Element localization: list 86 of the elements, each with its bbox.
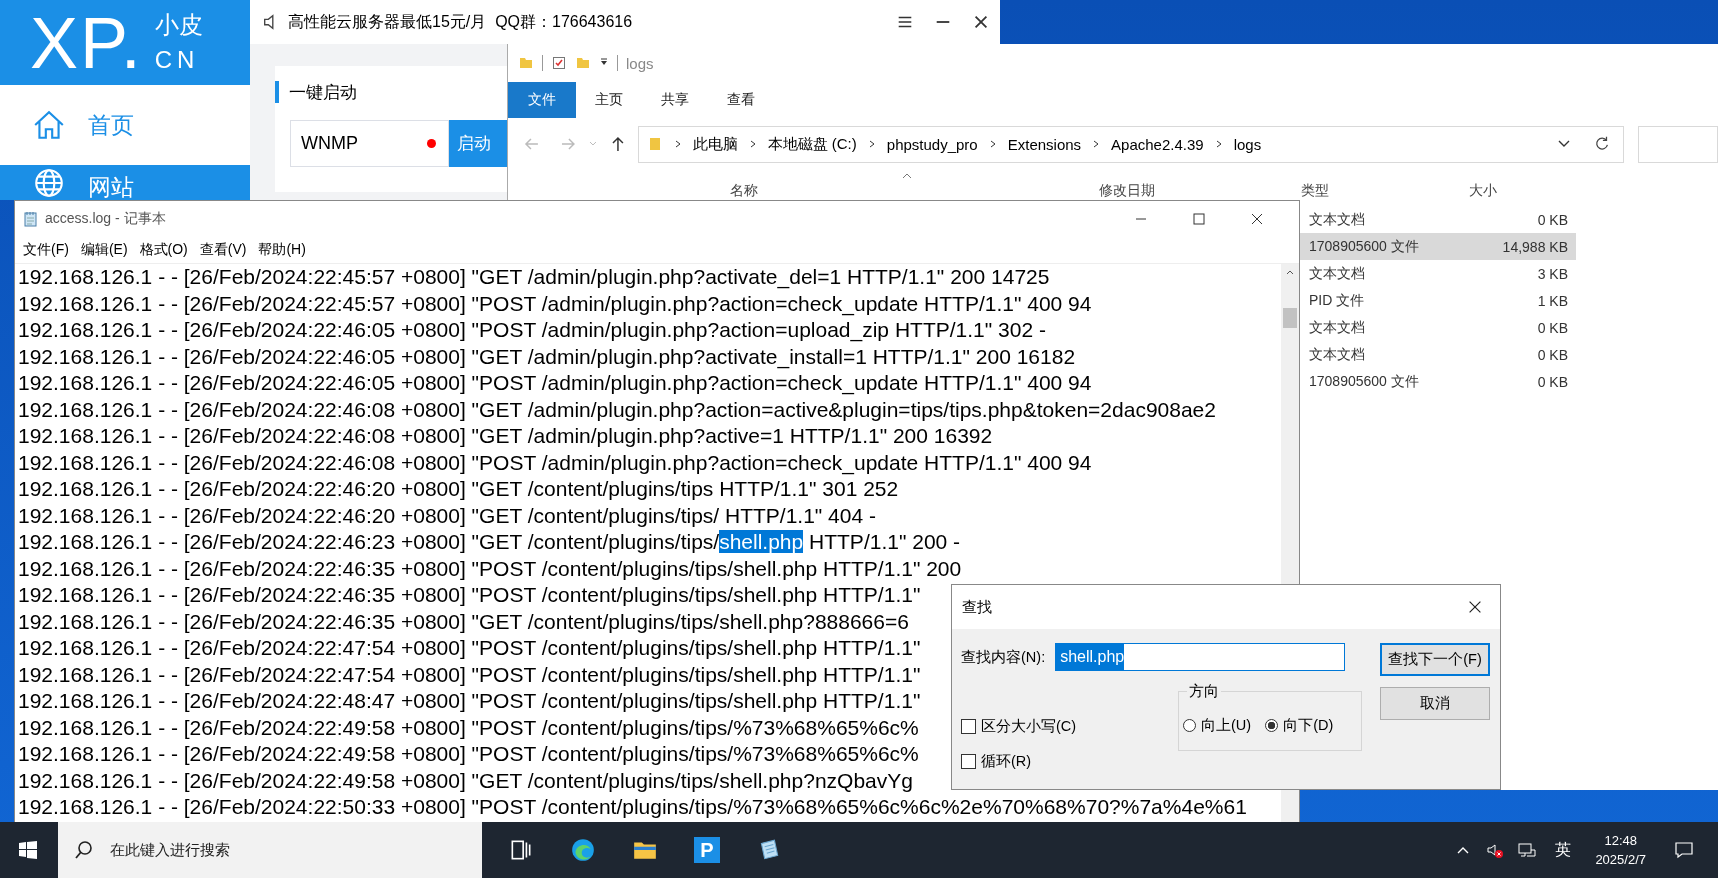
windows-icon[interactable] (18, 840, 38, 860)
log-line: 192.168.126.1 - - [26/Feb/2024:22:46:20 +0800] "GET /content/plugins/tips/ HTTP/1.1" 404 - (18, 502, 876, 529)
group-label: 方向 (1187, 682, 1221, 701)
breadcrumb-item[interactable]: Apache2.4.39 (1111, 135, 1204, 153)
log-line: 192.168.126.1 - - [26/Feb/2024:22:46:08 +0800] "POST /admin/plugin.php?action=check_update HTTP/1.1" 400 94 (18, 449, 1092, 476)
scrollbar-thumb[interactable] (1283, 308, 1297, 328)
column-header[interactable]: 名称 (730, 182, 758, 200)
log-line: 192.168.126.1 - - [26/Feb/2024:22:46:08 +0800] "GET /admin/plugin.php?active=1 HTTP/1.1" 200 16392 (18, 423, 993, 449)
logo-text: XP. (30, 6, 143, 79)
log-line: 192.168.126.1 - - [26/Feb/2024:22:46:08 +0800] "GET /admin/plugin.php?action=active&plugin=tips/tips.php&token=2dac908ae2 (18, 396, 1216, 423)
log-line: 192.168.126.1 - - [26/Feb/2024:22:46:05 +0800] "GET /admin/plugin.php?activate_install=1 HTTP/1.1" 200 16182 (18, 343, 1076, 370)
menu-item[interactable]: 格式(O) (139, 241, 188, 259)
file-row[interactable]: 文本文档 0 KB (1300, 341, 1576, 368)
globe-icon (32, 166, 66, 200)
search-field[interactable]: 在此键入进行搜索 (58, 822, 482, 878)
log-line: 192.168.126.1 - - [26/Feb/2024:22:50:33 +0800] "POST /content/plugins/tips/%73%68%65%6c%6c%2e%70%68%70?%7a%4e%61 (18, 794, 1247, 820)
log-line: 192.168.126.1 - - [26/Feb/2024:22:46:20 +0800] "GET /content/plugins/tips HTTP/1.1" 301 252 (18, 476, 899, 502)
sort-icon (902, 173, 912, 179)
search-icon (74, 840, 94, 860)
log-line: 192.168.126.1 - - [26/Feb/2024:22:46:05 +0800] "POST /admin/plugin.php?action=upload_zip HTTP/1.1" 302 - (18, 317, 1046, 344)
address-bar[interactable]: 此电脑 本地磁盘 (C:) phpstudy_pro Extensions Apache2.4.39 logs (637, 125, 1582, 163)
radio-option[interactable]: 向下(D) (1265, 716, 1334, 735)
refresh-icon (1593, 135, 1611, 153)
find-next-button[interactable]: 查找下一个(F) (1380, 643, 1490, 676)
breadcrumb-item[interactable]: 此电脑 (692, 134, 738, 154)
log-line: 192.168.126.1 - - [26/Feb/2024:22:47:54 +0800] "POST /content/plugins/tips/shell.php HTTP/1.1" (18, 661, 921, 688)
checkbox-option[interactable]: 循环(R) (961, 752, 1077, 771)
ribbon-tab[interactable]: 主页 (576, 82, 642, 118)
clock-time[interactable]: 12:48 (1604, 833, 1637, 848)
file-row[interactable]: 文本文档 3 KB (1300, 260, 1576, 287)
file-row[interactable]: PID 文件 1 KB (1300, 287, 1576, 314)
window-title: logs (626, 54, 654, 72)
notepad-icon (23, 211, 39, 227)
checklist-icon[interactable] (551, 55, 567, 71)
refresh-button[interactable] (1580, 125, 1625, 163)
cancel-button[interactable]: 取消 (1380, 687, 1490, 720)
menu-item[interactable]: 文件(F) (23, 241, 69, 259)
browser-icon[interactable] (570, 837, 596, 863)
ribbon-tab[interactable]: 文件 (508, 82, 576, 118)
ribbon-tab[interactable]: 查看 (708, 82, 774, 118)
log-line: 192.168.126.1 - - [26/Feb/2024:22:49:58 +0800] "POST /content/plugins/tips/%73%68%65%6c% (18, 714, 919, 741)
log-line: 192.168.126.1 - - [26/Feb/2024:22:49:58 +0800] "GET /content/plugins/tips/shell.php?nzQbavYg (18, 767, 913, 794)
file-row[interactable]: 文本文档 0 KB (1300, 206, 1576, 233)
log-line: 192.168.126.1 - - [26/Feb/2024:22:46:35 +0800] "POST /content/plugins/tips/shell.php HTTP/1.1" (18, 582, 921, 608)
clock-date[interactable]: 2025/2/7 (1595, 852, 1646, 867)
input-method-indicator[interactable]: 英 (1555, 839, 1572, 861)
logo-text: 小皮 (154, 10, 203, 40)
log-line: 192.168.126.1 - - [26/Feb/2024:22:45:57 +0800] "POST /admin/plugin.php?action=check_update HTTP/1.1" 400 94 (18, 290, 1092, 317)
column-header[interactable]: 修改日期 (1099, 182, 1155, 200)
home-icon (32, 108, 66, 142)
log-line: 192.168.126.1 - - [26/Feb/2024:22:45:57 +0800] "GET /admin/plugin.php?activate_del=1 HTTP/1.1" 200 14725 (18, 264, 1050, 291)
menu-item[interactable]: 帮助(H) (258, 241, 306, 259)
checkbox-option[interactable]: 区分大小写(C) (961, 717, 1077, 736)
menu-item[interactable]: 编辑(E) (80, 241, 128, 259)
file-row[interactable]: 1708905600 文件 14,988 KB (1300, 233, 1576, 260)
search-field[interactable] (1638, 125, 1718, 163)
log-line: 192.168.126.1 - - [26/Feb/2024:22:47:54 +0800] "POST /content/plugins/tips/shell.php HTTP/1.1" (18, 635, 921, 661)
breadcrumb-item[interactable]: Extensions (1007, 135, 1082, 153)
field-label: 查找内容(N): (961, 647, 1046, 667)
find-input[interactable]: shell.php (1055, 643, 1346, 671)
log-line: 192.168.126.1 - - [26/Feb/2024:22:46:05 +0800] "POST /admin/plugin.php?action=check_update HTTP/1.1" 400 94 (18, 370, 1092, 397)
log-line: 192.168.126.1 - - [26/Feb/2024:22:46:35 +0800] "POST /content/plugins/tips/shell.php HTTP/1.1" 200 (18, 555, 962, 582)
file-row[interactable]: 文本文档 0 KB (1300, 314, 1576, 341)
breadcrumb-item[interactable]: 本地磁盘 (C:) (767, 134, 857, 154)
dropdown-icon[interactable] (1556, 139, 1571, 149)
column-header[interactable]: 类型 (1301, 182, 1329, 200)
column-header[interactable]: 大小 (1469, 182, 1497, 200)
breadcrumb-item[interactable]: phpstudy_pro (886, 135, 978, 153)
log-line: 192.168.126.1 - - [26/Feb/2024:22:48:47 +0800] "POST /content/plugins/tips/shell.php HTTP/1.1" (18, 688, 921, 714)
logo-text: CN (154, 45, 201, 75)
notice-text: 高性能云服务器最低15元/月 QQ群：176643616 (288, 11, 633, 32)
network-icon[interactable] (1517, 840, 1538, 860)
menu-item[interactable]: 查看(V) (199, 241, 247, 259)
section-title: 一键启动 (289, 81, 357, 104)
notification-icon[interactable] (1674, 840, 1694, 860)
window-title: access.log - 记事本 (45, 210, 166, 228)
log-line: 192.168.126.1 - - [26/Feb/2024:22:49:58 +0800] "POST /content/plugins/tips/%73%68%65%6c% (18, 741, 919, 767)
service-field: WNMP (290, 120, 449, 167)
log-line: 192.168.126.1 - - [26/Feb/2024:22:46:35 +0800] "GET /content/plugins/tips/shell.php?888666=6 (18, 608, 909, 635)
ribbon-tab[interactable]: 共享 (642, 82, 708, 118)
dialog-title: 查找 (962, 597, 992, 617)
radio-option[interactable]: 向上(U) (1183, 716, 1252, 735)
file-row[interactable]: 1708905600 文件 0 KB (1300, 368, 1576, 395)
breadcrumb-item[interactable]: logs (1233, 135, 1262, 153)
log-line: 192.168.126.1 - - [26/Feb/2024:22:46:23 +0800] "GET /content/plugins/tips/shell.php HTTP/1.1" 200 - (18, 529, 961, 555)
close-icon[interactable] (972, 13, 990, 31)
